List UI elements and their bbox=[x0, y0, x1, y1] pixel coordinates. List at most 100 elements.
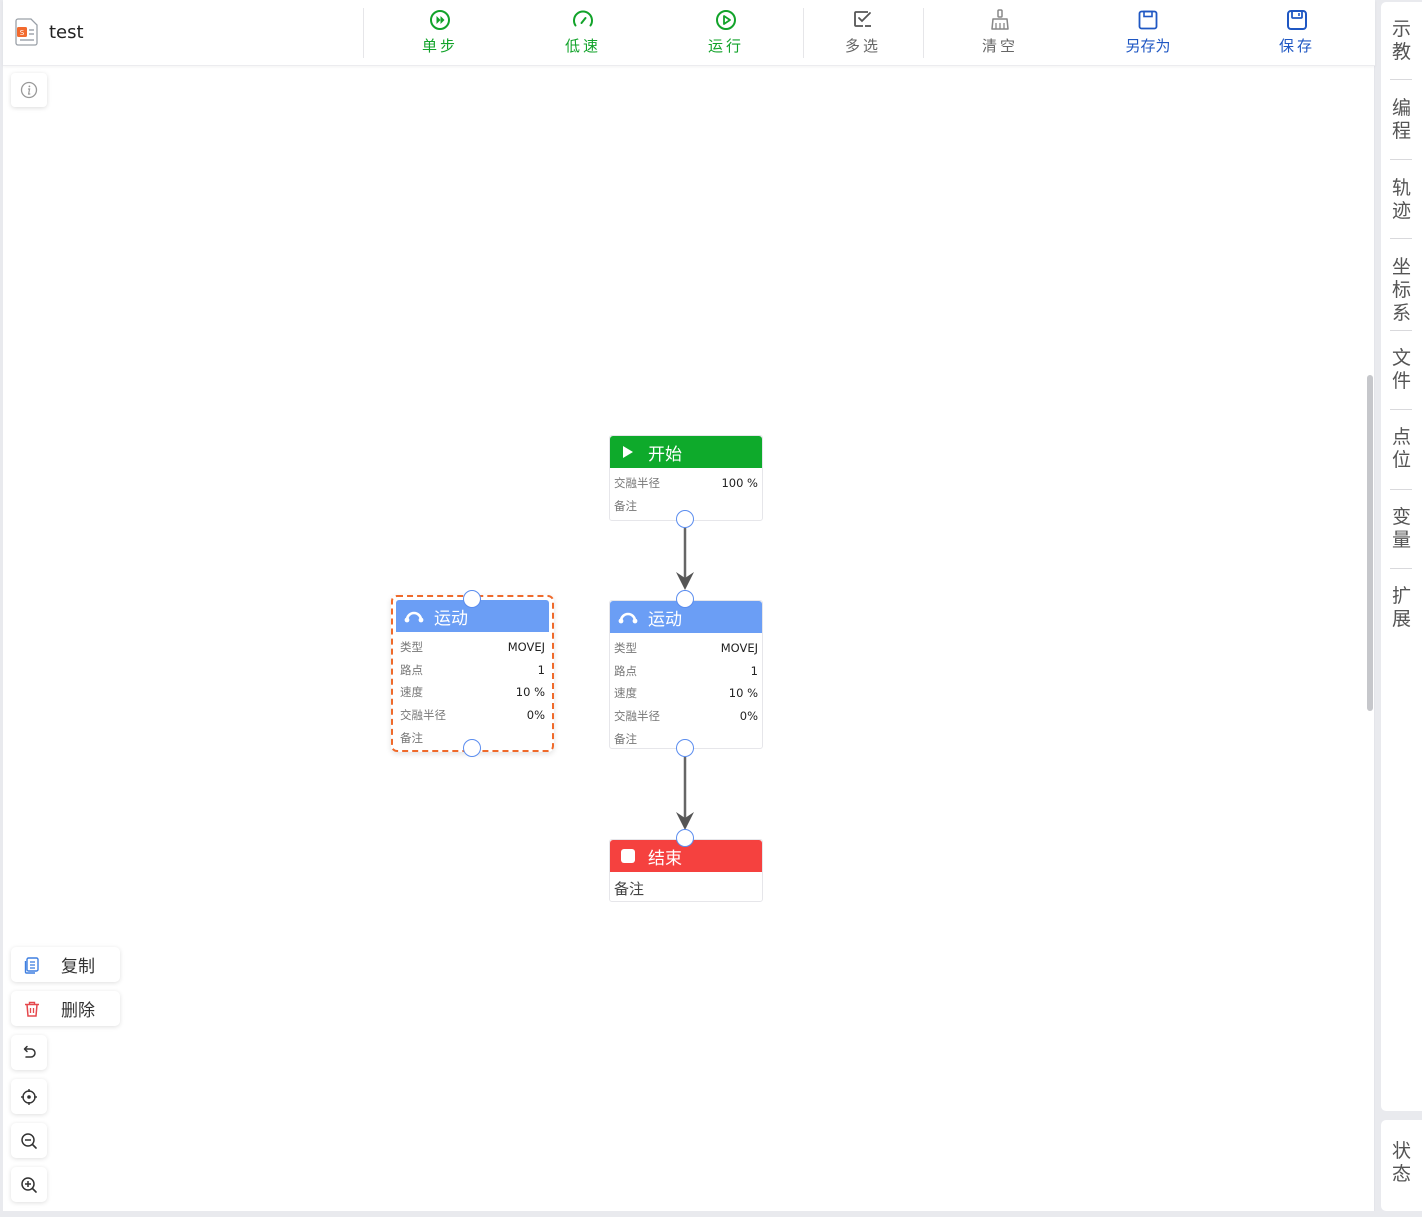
prop-key: 备注 bbox=[614, 498, 637, 513]
arrow-head bbox=[676, 812, 694, 830]
side-tab-teach[interactable]: 示教 bbox=[1381, 18, 1422, 64]
side-tab-trajectory[interactable]: 轨迹 bbox=[1381, 177, 1422, 223]
checkbox-select-icon bbox=[854, 11, 871, 27]
prop-key: 类型 bbox=[400, 640, 423, 655]
side-divider bbox=[1390, 159, 1412, 160]
step-button[interactable]: 单步 bbox=[395, 8, 485, 58]
info-icon bbox=[20, 81, 38, 99]
prop-key: 交融半径 bbox=[400, 708, 446, 723]
side-tab-label: 坐标系 bbox=[1391, 256, 1411, 324]
low-speed-label: 低速 bbox=[564, 37, 601, 55]
side-tab-files[interactable]: 文件 bbox=[1381, 347, 1422, 393]
prop-row: 交融半径 0% bbox=[400, 704, 545, 727]
side-divider bbox=[1390, 330, 1412, 331]
side-tab-variables[interactable]: 变量 bbox=[1381, 506, 1422, 552]
prop-row: 速度 10 % bbox=[614, 682, 758, 705]
delete-label: 删除 bbox=[61, 1001, 95, 1021]
prop-key: 速度 bbox=[614, 686, 637, 701]
motion-node-title: 运动 bbox=[648, 609, 682, 630]
prop-row: 交融半径 0% bbox=[614, 705, 758, 728]
multi-select-button[interactable]: 多选 bbox=[818, 8, 908, 58]
right-side-panel: 示教 编程 轨迹 坐标系 文件 点位 变量 扩展 bbox=[1381, 2, 1422, 1111]
top-toolbar: S test 单步 低速 运行 多选 清空 另存为 保存 bbox=[3, 0, 1375, 66]
side-tab-points[interactable]: 点位 bbox=[1381, 426, 1422, 472]
motion-input-port[interactable] bbox=[676, 590, 694, 608]
save-label: 保存 bbox=[1278, 37, 1315, 55]
prop-row: 路点 1 bbox=[400, 659, 545, 682]
motion-selected-input-port[interactable] bbox=[463, 590, 481, 608]
prop-key: 路点 bbox=[614, 663, 637, 678]
prop-row: 路点 1 bbox=[614, 660, 758, 683]
side-tab-label: 示教 bbox=[1391, 18, 1411, 63]
zoom-out-button[interactable] bbox=[11, 1123, 47, 1158]
motion-node-title: 运动 bbox=[434, 608, 468, 629]
motion-selected-output-port[interactable] bbox=[463, 739, 481, 757]
step-label: 单步 bbox=[421, 37, 458, 55]
run-button[interactable]: 运行 bbox=[681, 8, 771, 58]
svg-text:S: S bbox=[20, 29, 25, 37]
start-output-port[interactable] bbox=[676, 510, 694, 528]
motion-node[interactable]: 运动 类型 MOVEJ 路点 1 速度 10 % 交融半径 0% 备注 bbox=[609, 600, 763, 749]
speedometer-icon bbox=[573, 10, 593, 27]
trash-icon bbox=[25, 1001, 39, 1017]
toolbar-divider bbox=[803, 8, 804, 58]
prop-key: 速度 bbox=[400, 685, 423, 700]
side-tab-programming[interactable]: 编程 bbox=[1381, 97, 1422, 143]
save-button[interactable]: 保存 bbox=[1252, 8, 1342, 58]
crosshair-icon bbox=[21, 1088, 37, 1105]
stop-icon bbox=[618, 848, 638, 864]
side-divider bbox=[1390, 409, 1412, 410]
start-node[interactable]: 开始 交融半径 100 % 备注 bbox=[609, 435, 763, 521]
prop-key: 路点 bbox=[400, 662, 423, 677]
zoom-in-button[interactable] bbox=[11, 1167, 47, 1202]
end-node-title: 结束 bbox=[648, 848, 682, 869]
prop-value: MOVEJ bbox=[507, 640, 545, 655]
prop-value: 0% bbox=[739, 709, 758, 724]
side-divider bbox=[1390, 79, 1412, 80]
multi-select-label: 多选 bbox=[844, 37, 881, 55]
motion-output-port[interactable] bbox=[676, 739, 694, 757]
prop-value: 1 bbox=[750, 663, 758, 678]
side-tab-label: 扩展 bbox=[1391, 585, 1411, 630]
copy-button[interactable]: 复制 bbox=[11, 947, 120, 982]
file-info: S test bbox=[15, 18, 84, 46]
file-name: test bbox=[49, 21, 84, 43]
prop-value: 1 bbox=[537, 662, 545, 677]
step-forward-icon bbox=[430, 10, 450, 30]
side-tab-extensions[interactable]: 扩展 bbox=[1381, 585, 1422, 631]
prop-row: 速度 10 % bbox=[400, 681, 545, 704]
end-node[interactable]: 结束 备注 bbox=[609, 839, 763, 902]
motion-node-selected[interactable]: 运动 类型 MOVEJ 路点 1 速度 10 % 交融半径 0% 备注 bbox=[396, 600, 549, 748]
delete-button[interactable]: 删除 bbox=[11, 991, 120, 1026]
prop-value: 0% bbox=[526, 708, 545, 723]
save-as-icon bbox=[1138, 10, 1158, 30]
save-as-label: 另存为 bbox=[1125, 37, 1171, 55]
side-tab-coordinate-system[interactable]: 坐标系 bbox=[1381, 256, 1422, 325]
main-canvas-area: S test 单步 低速 运行 多选 清空 另存为 保存 开始 交融半径 100… bbox=[3, 0, 1375, 1211]
status-panel[interactable]: 状态 bbox=[1381, 1120, 1422, 1211]
side-tab-label: 编程 bbox=[1391, 97, 1411, 142]
arrow-head bbox=[676, 572, 694, 590]
broom-icon bbox=[991, 9, 1009, 30]
save-icon bbox=[1287, 10, 1307, 30]
end-input-port[interactable] bbox=[676, 829, 694, 847]
toolbar-divider bbox=[923, 8, 924, 58]
info-button[interactable] bbox=[11, 73, 47, 107]
start-node-header: 开始 bbox=[610, 436, 762, 468]
prop-key: 类型 bbox=[614, 641, 637, 656]
play-icon bbox=[618, 444, 638, 460]
end-node-note: 备注 bbox=[614, 880, 645, 898]
clear-button[interactable]: 清空 bbox=[955, 8, 1045, 58]
toolbar-divider bbox=[363, 8, 364, 58]
copy-label: 复制 bbox=[61, 957, 95, 977]
undo-button[interactable] bbox=[11, 1035, 47, 1070]
side-tab-label: 点位 bbox=[1391, 426, 1411, 471]
side-divider bbox=[1390, 568, 1412, 569]
start-node-title: 开始 bbox=[648, 444, 682, 465]
motion-node-props: 类型 MOVEJ 路点 1 速度 10 % 交融半径 0% 备注 bbox=[396, 632, 549, 749]
center-view-button[interactable] bbox=[11, 1079, 47, 1114]
save-as-button[interactable]: 另存为 bbox=[1103, 8, 1193, 58]
low-speed-button[interactable]: 低速 bbox=[538, 8, 628, 58]
status-tab[interactable]: 状态 bbox=[1381, 1140, 1422, 1186]
vertical-scrollbar[interactable] bbox=[1367, 375, 1373, 711]
